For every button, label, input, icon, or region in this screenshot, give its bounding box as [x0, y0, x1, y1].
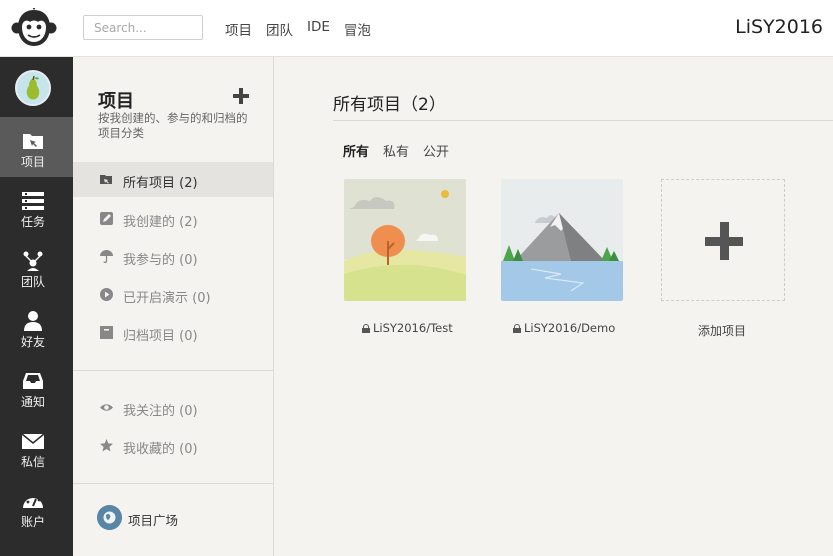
top-nav-bubble[interactable]: 冒泡: [344, 19, 371, 39]
sidebar-item-label: 通知: [20, 395, 45, 409]
projects-panel: 项目 按我创建的、参与的和归档的项目分类 所有项目 (2) 我创建的 (2) 我…: [73, 57, 274, 556]
sidebar-item-notifications[interactable]: 通知: [0, 357, 73, 417]
filter-all[interactable]: 所有: [343, 141, 369, 160]
project-card-demo[interactable]: [501, 179, 623, 301]
avatar[interactable]: [15, 70, 51, 106]
globe-icon: [97, 505, 122, 530]
play-icon: [100, 288, 113, 301]
umbrella-icon: [100, 250, 113, 263]
folder-icon: [23, 134, 43, 149]
menu-item-label: 我参与的 (0): [123, 253, 198, 268]
filter-public[interactable]: 公开: [423, 141, 449, 160]
top-nav-projects[interactable]: 项目: [225, 19, 252, 39]
edit-icon: [100, 212, 113, 225]
sidebar-item-label: 项目: [20, 155, 45, 169]
dashboard-icon: [23, 494, 43, 508]
menu-item-label: 我创建的 (2): [123, 215, 198, 230]
panel-divider: [73, 483, 273, 484]
sidebar-item-projects[interactable]: 项目: [0, 117, 73, 177]
menu-item-label: 我收藏的 (0): [123, 442, 198, 457]
add-project-label[interactable]: 添加项目: [698, 322, 746, 339]
sidebar-item-label: 任务: [20, 215, 45, 229]
star-icon: [100, 439, 113, 452]
add-project-plus-icon[interactable]: [233, 88, 249, 104]
lock-icon: [513, 324, 521, 333]
inbox-icon: [23, 373, 43, 389]
search-input[interactable]: [83, 15, 203, 40]
sidebar-item-label: 私信: [20, 455, 45, 469]
team-icon: [23, 251, 43, 271]
user-icon: [24, 311, 42, 331]
archive-icon: [100, 326, 113, 339]
mountain-lake-thumbnail: [501, 179, 623, 301]
top-nav: 项目 团队 IDE 冒泡: [225, 19, 371, 39]
sidebar-item-label: 好友: [20, 335, 45, 349]
folder-open-icon: [100, 175, 112, 184]
main-content: 所有项目（2） 所有 私有 公开 LiSY2016/Test LiSY2016/…: [274, 57, 833, 556]
menu-item-label: 所有项目 (2): [123, 176, 198, 191]
autumn-landscape-thumbnail: [344, 179, 466, 301]
plaza-label: 项目广场: [128, 513, 179, 528]
mail-icon: [22, 433, 44, 449]
top-nav-ide[interactable]: IDE: [307, 19, 330, 39]
panel-description: 按我创建的、参与的和归档的项目分类: [98, 111, 248, 140]
sidebar-item-friends[interactable]: 好友: [0, 297, 73, 357]
menu-item-joined[interactable]: 我参与的 (0): [73, 239, 273, 274]
add-project-card[interactable]: [661, 179, 785, 301]
tasks-icon: [22, 192, 44, 210]
title-divider: [333, 120, 833, 121]
menu-item-watching[interactable]: 我关注的 (0): [73, 390, 273, 425]
main-sidebar: 项目 任务 团队 好友 通知 私信 账户: [0, 57, 73, 556]
top-bar: 项目 团队 IDE 冒泡 LiSY2016: [0, 0, 833, 57]
menu-item-archived[interactable]: 归档项目 (0): [73, 315, 273, 350]
sidebar-item-tasks[interactable]: 任务: [0, 177, 73, 237]
menu-item-created[interactable]: 我创建的 (2): [73, 201, 273, 236]
project-filters: 所有 私有 公开: [343, 141, 449, 160]
sidebar-item-account[interactable]: 账户: [0, 477, 73, 537]
monkey-logo-icon[interactable]: [11, 8, 57, 48]
page-title: 所有项目（2）: [333, 95, 446, 115]
menu-item-label: 归档项目 (0): [123, 329, 198, 344]
menu-item-label: 已开启演示 (0): [123, 291, 211, 306]
menu-item-starred[interactable]: 我收藏的 (0): [73, 428, 273, 463]
lock-icon: [362, 324, 370, 333]
menu-item-label: 我关注的 (0): [123, 404, 198, 419]
plus-icon: [705, 222, 743, 260]
project-name-demo[interactable]: LiSY2016/Demo: [513, 321, 615, 335]
eye-icon: [100, 404, 113, 411]
sidebar-item-messages[interactable]: 私信: [0, 417, 73, 477]
menu-item-demo[interactable]: 已开启演示 (0): [73, 277, 273, 312]
project-name-test[interactable]: LiSY2016/Test: [362, 321, 453, 335]
sidebar-item-label: 账户: [20, 515, 45, 529]
username-label[interactable]: LiSY2016: [735, 16, 823, 38]
panel-title: 项目: [98, 91, 134, 112]
sidebar-item-team[interactable]: 团队: [0, 237, 73, 297]
panel-divider: [73, 370, 273, 371]
pear-avatar-icon: [17, 72, 49, 104]
filter-private[interactable]: 私有: [383, 141, 409, 160]
top-nav-team[interactable]: 团队: [266, 19, 293, 39]
sidebar-item-label: 团队: [20, 275, 45, 289]
menu-item-all-projects[interactable]: 所有项目 (2): [73, 162, 273, 197]
project-card-test[interactable]: [344, 179, 466, 301]
